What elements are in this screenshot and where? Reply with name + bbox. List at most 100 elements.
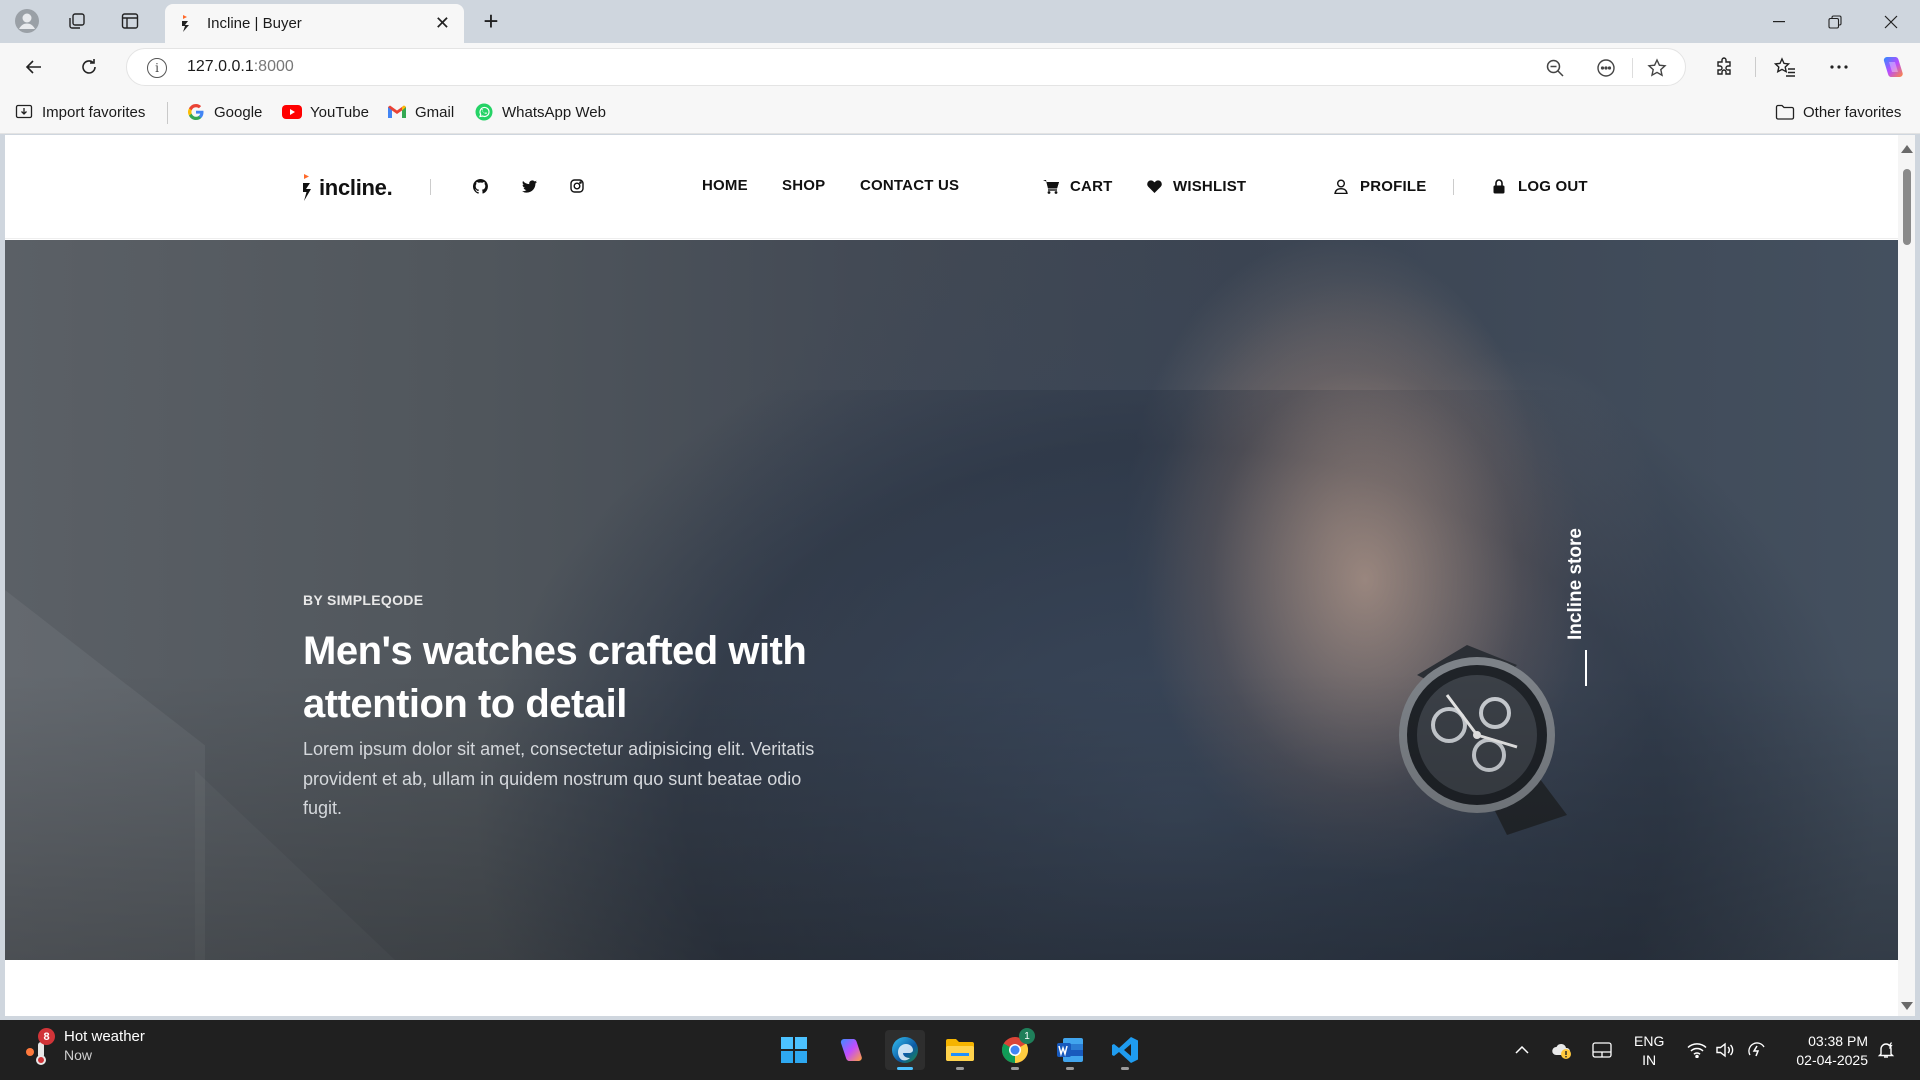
weather-title: Hot weather — [64, 1028, 145, 1045]
omnibox-divider — [1632, 58, 1633, 78]
tab-title: Incline | Buyer — [207, 15, 302, 32]
restore-icon[interactable] — [1807, 0, 1863, 43]
scroll-down-arrow-icon[interactable] — [1901, 1002, 1913, 1010]
twitter-icon[interactable] — [520, 177, 538, 195]
favorite-label: Import favorites — [42, 103, 146, 121]
nav-shop[interactable]: SHOP — [782, 177, 825, 194]
google-icon — [186, 102, 206, 122]
scrollbar-thumb[interactable] — [1903, 169, 1911, 245]
vertical-label-text: Incline store — [1565, 528, 1586, 640]
favorite-import[interactable]: Import favorites — [14, 102, 145, 122]
tablet-mode-icon[interactable] — [1590, 1038, 1614, 1062]
chrome-app-icon[interactable]: 1 — [995, 1028, 1035, 1070]
user-icon — [1332, 177, 1350, 195]
hero-vertical-line — [1585, 650, 1587, 686]
more-tools-icon[interactable] — [1594, 56, 1618, 80]
minimize-icon[interactable] — [1751, 0, 1807, 43]
nav-home[interactable]: HOME — [702, 177, 748, 194]
hero-vertical-label: Incline store — [1565, 520, 1595, 640]
favorites-bar: Import favorites Google YouTube Gmail Wh… — [0, 91, 1920, 134]
system-clock[interactable]: 03:38 PM 02-04-2025 — [1784, 1032, 1868, 1070]
extensions-icon[interactable] — [1707, 51, 1741, 83]
vscode-app-icon[interactable] — [1105, 1030, 1145, 1070]
gmail-icon — [387, 102, 407, 122]
youtube-icon — [282, 102, 302, 122]
header-divider — [430, 179, 431, 195]
windows-taskbar: 8 Hot weather Now 1 ENG IN 03:38 PM 02-0… — [0, 1020, 1920, 1080]
favorite-gmail[interactable]: Gmail — [387, 102, 454, 122]
nav-profile[interactable]: PROFILE — [1332, 177, 1426, 195]
import-icon — [14, 102, 34, 122]
site-header: incline. HOME SHOP CONTACT US CART WISHL… — [5, 135, 1898, 239]
running-indicator — [956, 1067, 964, 1070]
vertical-tabs-icon[interactable] — [113, 6, 147, 36]
onedrive-warning-icon[interactable] — [1550, 1038, 1574, 1062]
nav-cart[interactable]: CART — [1042, 177, 1112, 195]
other-favorites[interactable]: Other favorites — [1775, 102, 1901, 122]
copilot-icon[interactable] — [1875, 51, 1909, 83]
github-icon[interactable] — [471, 177, 489, 195]
edge-app-icon[interactable] — [885, 1030, 925, 1070]
favorite-whatsapp[interactable]: WhatsApp Web — [474, 102, 606, 122]
tab-close-icon[interactable]: ✕ — [435, 13, 450, 34]
language-region: IN — [1642, 1052, 1657, 1068]
running-indicator — [1066, 1067, 1074, 1070]
instagram-icon[interactable] — [568, 177, 586, 195]
header-divider — [1453, 179, 1454, 195]
copilot-app-icon[interactable] — [830, 1030, 870, 1070]
reload-icon[interactable] — [72, 51, 106, 83]
hero-banner: BY SIMPLEQODE Men's watches crafted with… — [5, 240, 1898, 960]
incline-logo-mark-icon — [303, 174, 311, 201]
address-bar[interactable]: i 127.0.0.1:8000 — [126, 48, 1686, 86]
heart-icon — [1145, 177, 1163, 195]
language-indicator[interactable]: ENG IN — [1634, 1032, 1664, 1070]
zoom-out-icon[interactable] — [1543, 56, 1567, 80]
nav-logout-label: LOG OUT — [1518, 177, 1588, 195]
toolbar-divider — [1755, 57, 1756, 77]
browser-toolbar: i 127.0.0.1:8000 — [0, 43, 1920, 91]
favorite-google[interactable]: Google — [186, 102, 262, 122]
word-app-icon[interactable] — [1050, 1030, 1090, 1070]
tab-active[interactable]: Incline | Buyer ✕ — [165, 4, 464, 43]
folder-icon — [1775, 102, 1795, 122]
notifications-bell-icon[interactable] — [1874, 1038, 1898, 1062]
weather-widget[interactable]: 8 Hot weather Now — [22, 1028, 145, 1065]
file-explorer-icon[interactable] — [940, 1030, 980, 1070]
other-favorites-label: Other favorites — [1803, 103, 1902, 121]
favorite-youtube[interactable]: YouTube — [282, 102, 369, 122]
nav-logout[interactable]: LOG OUT — [1490, 177, 1588, 195]
wifi-icon[interactable] — [1685, 1038, 1709, 1062]
browser-tab-bar: Incline | Buyer ✕ + — [0, 0, 1920, 43]
weather-subtitle: Now — [64, 1047, 93, 1063]
page-scrollbar[interactable] — [1898, 135, 1915, 1016]
show-hidden-icons-icon[interactable] — [1510, 1038, 1534, 1062]
nav-home-label: HOME — [702, 177, 748, 194]
battery-charging-icon[interactable] — [1745, 1038, 1769, 1062]
favorites-icon[interactable] — [1768, 51, 1802, 83]
site-logo[interactable]: incline. — [302, 173, 393, 203]
hero-headline: Men's watches crafted with attention to … — [303, 629, 807, 726]
site-info-icon[interactable]: i — [147, 58, 167, 78]
address-url[interactable]: 127.0.0.1:8000 — [187, 58, 294, 76]
nav-shop-label: SHOP — [782, 177, 826, 194]
new-tab-icon[interactable]: + — [474, 6, 508, 36]
settings-more-icon[interactable] — [1822, 51, 1856, 83]
window-close-icon[interactable] — [1863, 0, 1919, 43]
nav-profile-label: PROFILE — [1360, 177, 1427, 195]
scroll-up-arrow-icon[interactable] — [1901, 145, 1913, 153]
favorites-divider — [167, 102, 168, 124]
favorite-label: Google — [214, 103, 263, 121]
nav-wishlist[interactable]: WISHLIST — [1145, 177, 1246, 195]
add-favorite-star-icon[interactable] — [1645, 56, 1669, 80]
clock-time: 03:38 PM — [1808, 1033, 1868, 1049]
running-indicator — [1011, 1067, 1019, 1070]
nav-contact[interactable]: CONTACT US — [860, 177, 959, 194]
page-viewport: incline. HOME SHOP CONTACT US CART WISHL… — [5, 135, 1898, 1016]
start-icon[interactable] — [774, 1030, 814, 1070]
workspaces-icon[interactable] — [60, 6, 94, 36]
back-icon[interactable] — [17, 51, 51, 83]
hero-eyebrow: BY SIMPLEQODE — [303, 592, 424, 608]
profile-avatar-icon[interactable] — [10, 6, 44, 36]
volume-icon[interactable] — [1713, 1038, 1737, 1062]
hero-description: Lorem ipsum dolor sit amet, consectetur … — [303, 739, 815, 818]
